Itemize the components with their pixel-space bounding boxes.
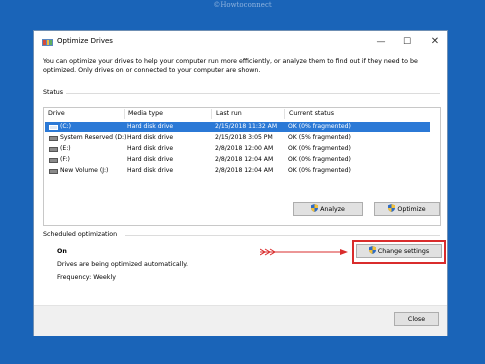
annotation-arrow-icon <box>260 248 348 256</box>
status-divider <box>66 93 440 94</box>
window-title: Optimize Drives <box>57 37 113 45</box>
scheduled-section-label: Scheduled optimization <box>43 231 118 238</box>
drive-row[interactable]: System Reserved (D:) Hard disk drive 2/1… <box>45 133 430 143</box>
schedule-state: On <box>57 248 67 255</box>
drive-name: New Volume (J:) <box>60 167 109 174</box>
last-run: 2/8/2018 12:00 AM <box>215 145 274 152</box>
drive-name: (F:) <box>60 156 70 163</box>
drive-name: (E:) <box>60 145 71 152</box>
optimize-label: Optimize <box>397 206 426 213</box>
uac-shield-icon <box>311 204 319 212</box>
last-run: 2/8/2018 12:04 AM <box>215 167 274 174</box>
drive-row[interactable]: (E:) Hard disk drive 2/8/2018 12:00 AM O… <box>45 144 430 154</box>
drive-name: System Reserved (D:) <box>60 134 127 141</box>
defrag-icon <box>42 39 53 46</box>
drive-row[interactable]: (C:) Hard disk drive 2/15/2018 11:32 AM … <box>45 122 430 132</box>
close-window-button[interactable]: ✕ <box>426 35 444 49</box>
column-separator[interactable] <box>124 109 125 119</box>
current-status: OK (0% fragmented) <box>288 156 351 163</box>
optimize-button[interactable]: Optimize <box>374 202 440 216</box>
analyze-button[interactable]: Analyze <box>293 202 363 216</box>
title-bar[interactable]: Optimize Drives — ☐ ✕ <box>34 31 447 53</box>
last-run: 2/15/2018 11:32 AM <box>215 123 278 130</box>
drive-row[interactable]: (F:) Hard disk drive 2/8/2018 12:04 AM O… <box>45 155 430 165</box>
column-header-drive[interactable]: Drive <box>48 110 65 120</box>
uac-shield-icon <box>368 246 376 254</box>
column-header-media-type[interactable]: Media type <box>128 110 163 120</box>
dialog-footer <box>34 305 447 336</box>
column-header-current-status[interactable]: Current status <box>289 110 334 120</box>
drive-row[interactable]: New Volume (J:) Hard disk drive 2/8/2018… <box>45 166 430 176</box>
current-status: OK (0% fragmented) <box>288 145 351 152</box>
hard-drive-icon <box>49 125 58 130</box>
current-status: OK (5% fragmented) <box>288 134 351 141</box>
maximize-button[interactable]: ☐ <box>398 35 416 49</box>
hard-drive-icon <box>49 147 58 152</box>
uac-shield-icon <box>388 204 396 212</box>
column-separator[interactable] <box>211 109 212 119</box>
watermark: ©Howtoconnect <box>213 1 272 9</box>
optimize-drives-window: Optimize Drives — ☐ ✕ You can optimize y… <box>33 30 448 336</box>
media-type: Hard disk drive <box>127 156 174 163</box>
drive-name: (C:) <box>60 123 72 130</box>
description-text: You can optimize your drives to help you… <box>43 58 418 74</box>
column-header-last-run[interactable]: Last run <box>216 110 242 120</box>
media-type: Hard disk drive <box>127 145 174 152</box>
media-type: Hard disk drive <box>127 167 174 174</box>
hard-drive-icon <box>49 136 58 141</box>
hard-drive-icon <box>49 169 58 174</box>
minimize-button[interactable]: — <box>372 35 390 49</box>
status-section-label: Status <box>43 89 64 96</box>
close-button[interactable]: Close <box>394 312 439 326</box>
last-run: 2/15/2018 3:05 PM <box>215 134 273 141</box>
schedule-description: Drives are being optimized automatically… <box>57 261 189 268</box>
column-separator[interactable] <box>284 109 285 119</box>
hard-drive-icon <box>49 158 58 163</box>
change-settings-button[interactable]: Change settings <box>356 244 442 258</box>
media-type: Hard disk drive <box>127 134 174 141</box>
current-status: OK (0% fragmented) <box>288 167 351 174</box>
analyze-label: Analyze <box>320 206 345 213</box>
last-run: 2/8/2018 12:04 AM <box>215 156 274 163</box>
change-settings-label: Change settings <box>377 248 430 255</box>
scheduled-divider <box>125 235 440 236</box>
current-status: OK (0% fragmented) <box>288 123 351 130</box>
schedule-frequency: Frequency: Weekly <box>57 274 116 281</box>
media-type: Hard disk drive <box>127 123 174 130</box>
